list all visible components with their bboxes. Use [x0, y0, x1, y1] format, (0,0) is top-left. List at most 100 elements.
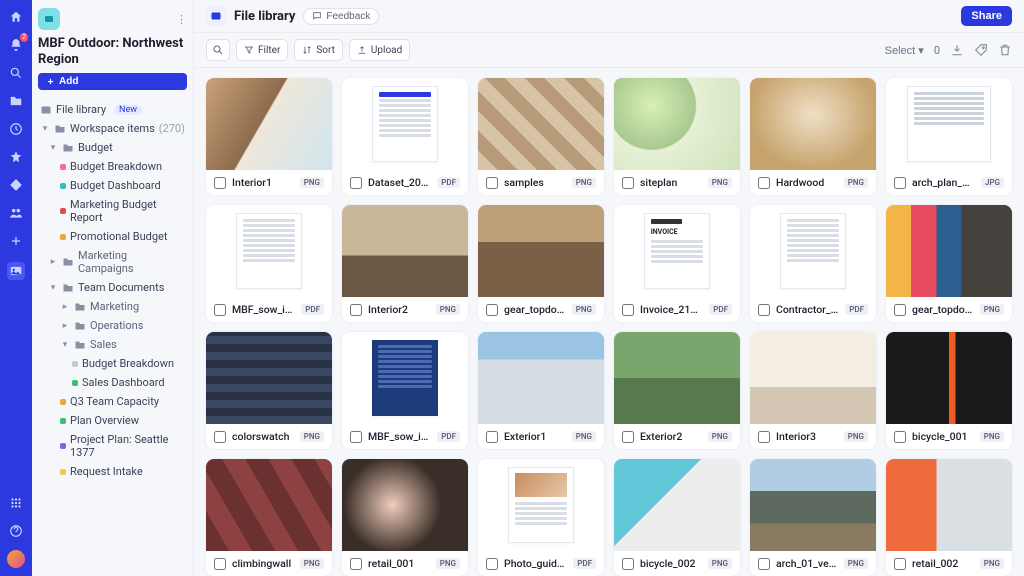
file-thumb[interactable]: [342, 78, 468, 170]
file-thumb[interactable]: [206, 78, 332, 170]
file-thumb[interactable]: [886, 205, 1012, 297]
sidebar-leaf[interactable]: Sales Dashboard: [38, 373, 187, 392]
file-ext: PNG: [300, 177, 324, 188]
sort-button[interactable]: Sort: [294, 39, 343, 61]
sidebar-item-team-documents[interactable]: ▾ Team Documents: [38, 278, 187, 297]
sidebar-leaf[interactable]: Budget Dashboard: [38, 176, 187, 195]
file-checkbox[interactable]: [486, 558, 498, 570]
file-grid-scroll[interactable]: Interior1 PNG Dataset_2024 PDF samples P…: [194, 68, 1024, 576]
folder-icon[interactable]: [7, 92, 25, 110]
file-thumb[interactable]: [206, 332, 332, 424]
file-checkbox[interactable]: [214, 431, 226, 443]
sidebar-item-file-library[interactable]: File library New: [38, 100, 187, 119]
file-thumb[interactable]: [886, 78, 1012, 170]
add-button[interactable]: Add: [38, 73, 187, 90]
file-checkbox[interactable]: [486, 177, 498, 189]
sidebar-leaf[interactable]: Project Plan: Seattle 1377: [38, 430, 187, 462]
file-checkbox[interactable]: [622, 304, 634, 316]
workspace-logo[interactable]: [38, 8, 60, 30]
search-icon[interactable]: [7, 64, 25, 82]
file-checkbox[interactable]: [894, 177, 906, 189]
file-thumb[interactable]: [206, 459, 332, 551]
bell-icon[interactable]: 2: [7, 36, 25, 54]
feedback-button[interactable]: Feedback: [303, 8, 379, 25]
file-checkbox[interactable]: [350, 177, 362, 189]
file-thumb[interactable]: [886, 332, 1012, 424]
file-checkbox[interactable]: [758, 431, 770, 443]
clock-icon[interactable]: [7, 120, 25, 138]
file-checkbox[interactable]: [758, 177, 770, 189]
file-thumb[interactable]: [614, 332, 740, 424]
file-thumb[interactable]: [750, 78, 876, 170]
file-thumb[interactable]: [342, 459, 468, 551]
file-checkbox[interactable]: [758, 304, 770, 316]
apps-icon[interactable]: [7, 494, 25, 512]
file-checkbox[interactable]: [622, 431, 634, 443]
search-button[interactable]: [206, 39, 230, 61]
share-button[interactable]: Share: [961, 6, 1012, 26]
file-thumb[interactable]: [886, 459, 1012, 551]
tag-icon[interactable]: [974, 43, 988, 57]
help-icon[interactable]: [7, 522, 25, 540]
sidebar-item-budget[interactable]: ▾ Budget: [38, 138, 187, 157]
file-checkbox[interactable]: [350, 431, 362, 443]
file-checkbox[interactable]: [486, 304, 498, 316]
sidebar-leaf[interactable]: Marketing Budget Report: [38, 195, 187, 227]
file-checkbox[interactable]: [214, 177, 226, 189]
upload-button[interactable]: Upload: [349, 39, 410, 61]
select-button[interactable]: Select ▾: [885, 44, 924, 57]
trash-icon[interactable]: [998, 43, 1012, 57]
filter-button[interactable]: Filter: [236, 39, 288, 61]
sidebar-item-operations[interactable]: ▸ Operations: [38, 316, 187, 335]
file-checkbox[interactable]: [350, 558, 362, 570]
file-checkbox[interactable]: [894, 304, 906, 316]
file-thumb[interactable]: [750, 332, 876, 424]
file-thumb[interactable]: [478, 332, 604, 424]
file-ext: PNG: [844, 558, 868, 569]
users-icon[interactable]: [7, 204, 25, 222]
sidebar-item-workspace-items[interactable]: ▾ Workspace items (270): [38, 119, 187, 138]
add-button-label: Add: [59, 76, 78, 87]
file-checkbox[interactable]: [350, 304, 362, 316]
file-ext: PNG: [844, 177, 868, 188]
file-thumb[interactable]: INVOICE: [614, 205, 740, 297]
sidebar: ⋮ MBF Outdoor: Northwest Region Add File…: [32, 0, 194, 576]
sidebar-item-sales[interactable]: ▾ Sales: [38, 335, 187, 354]
file-thumb[interactable]: [478, 78, 604, 170]
file-checkbox[interactable]: [622, 558, 634, 570]
image-icon[interactable]: [7, 262, 25, 280]
file-thumb[interactable]: [206, 205, 332, 297]
file-checkbox[interactable]: [894, 431, 906, 443]
file-thumb[interactable]: [342, 205, 468, 297]
file-thumb[interactable]: [478, 205, 604, 297]
sidebar-leaf[interactable]: Request Intake: [38, 462, 187, 481]
file-thumb[interactable]: [750, 459, 876, 551]
file-thumb[interactable]: [342, 332, 468, 424]
file-thumb[interactable]: [614, 78, 740, 170]
star-icon[interactable]: [7, 148, 25, 166]
file-thumb[interactable]: [478, 459, 604, 551]
file-checkbox[interactable]: [894, 558, 906, 570]
file-checkbox[interactable]: [214, 304, 226, 316]
file-checkbox[interactable]: [758, 558, 770, 570]
download-icon[interactable]: [950, 43, 964, 57]
sidebar-leaf[interactable]: Budget Breakdown: [38, 157, 187, 176]
diamond-icon[interactable]: [7, 176, 25, 194]
workspace-more-icon[interactable]: ⋮: [176, 13, 187, 26]
sidebar-item-marketing[interactable]: ▸ Marketing: [38, 297, 187, 316]
sidebar-item-marketing-campaigns[interactable]: ▸ Marketing Campaigns: [38, 246, 187, 278]
sidebar-leaf[interactable]: Q3 Team Capacity: [38, 392, 187, 411]
home-icon[interactable]: [7, 8, 25, 26]
file-thumb[interactable]: [750, 205, 876, 297]
file-thumb[interactable]: [614, 459, 740, 551]
file-checkbox[interactable]: [486, 431, 498, 443]
file-name: Photo_guidelines: [504, 557, 567, 570]
avatar[interactable]: [7, 550, 25, 568]
sidebar-leaf[interactable]: Plan Overview: [38, 411, 187, 430]
file-checkbox[interactable]: [214, 558, 226, 570]
file-checkbox[interactable]: [622, 177, 634, 189]
color-dot: [60, 418, 66, 424]
sidebar-leaf[interactable]: Budget Breakdown: [38, 354, 187, 373]
sidebar-leaf[interactable]: Promotional Budget: [38, 227, 187, 246]
plus-icon[interactable]: [7, 232, 25, 250]
